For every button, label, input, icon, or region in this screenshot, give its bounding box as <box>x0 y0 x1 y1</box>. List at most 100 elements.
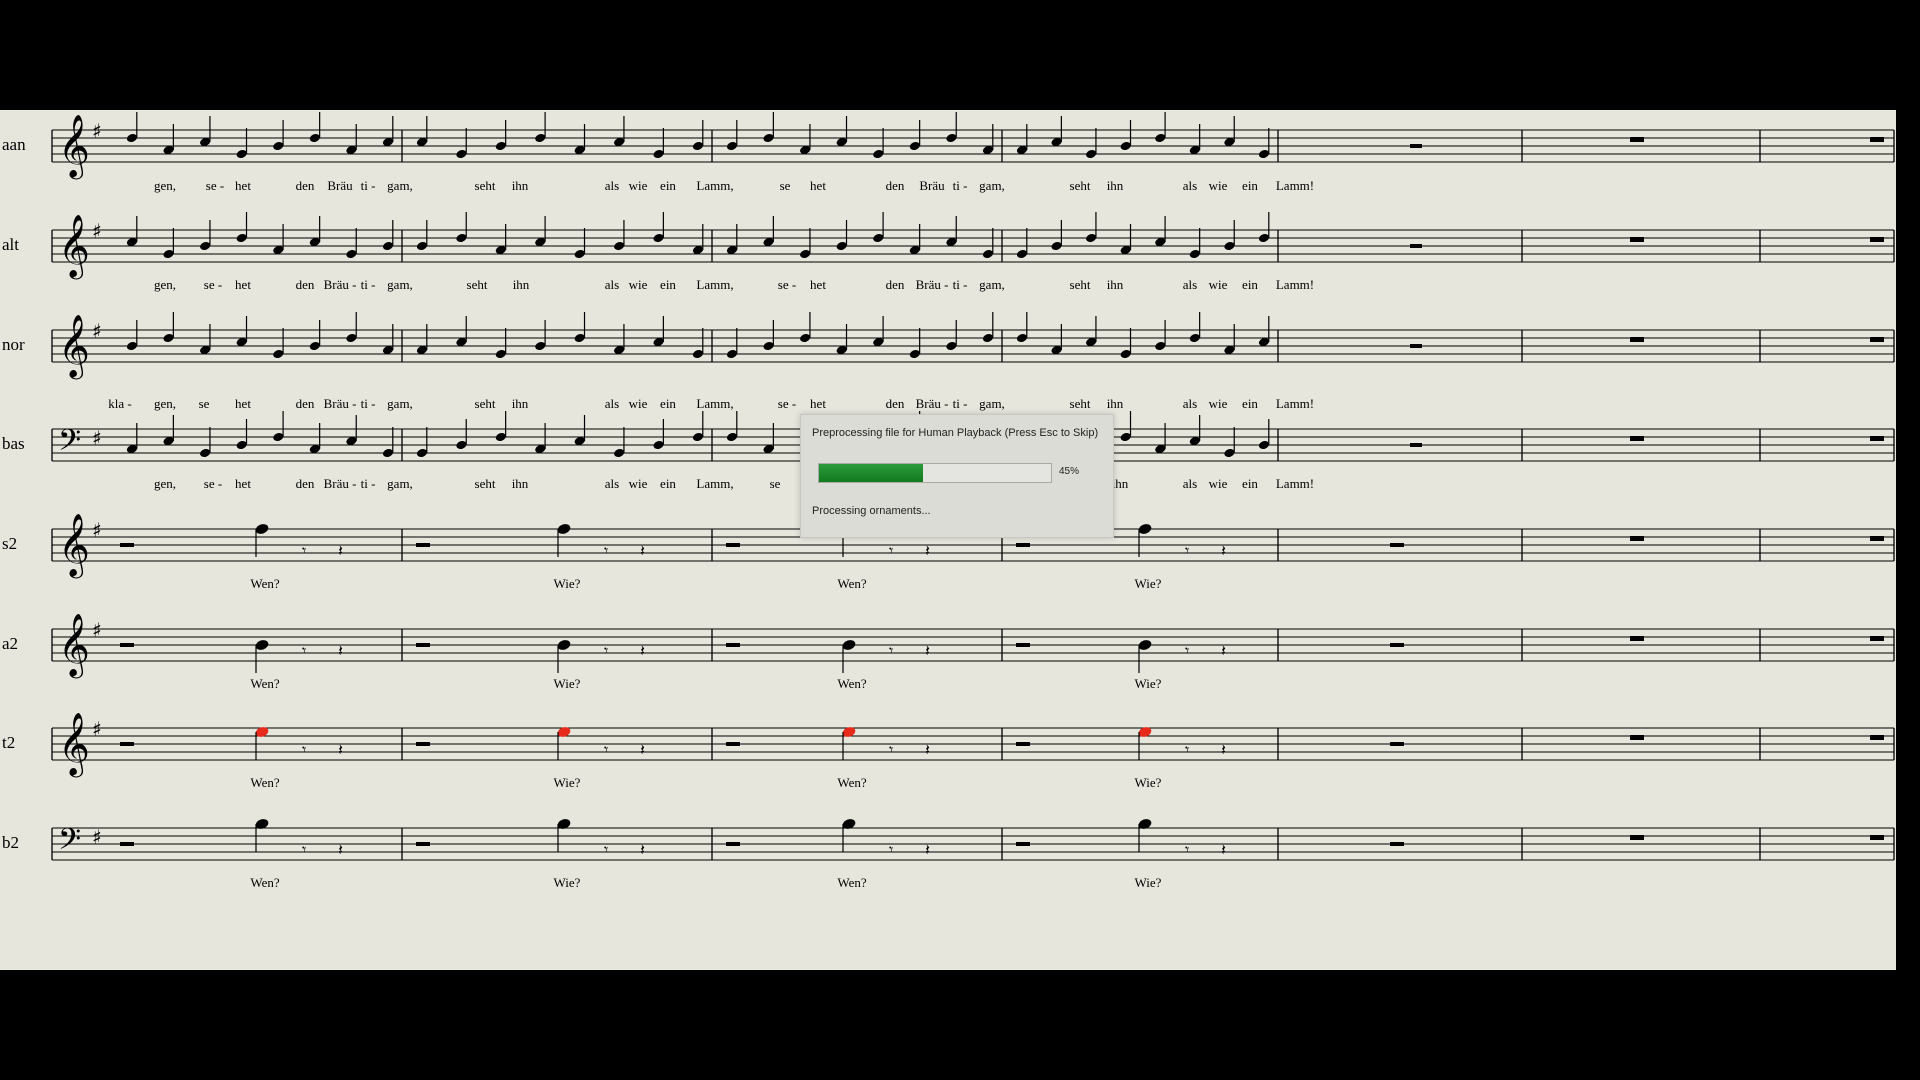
lyric-syllable: ihn <box>1112 476 1129 491</box>
note-head <box>255 640 269 650</box>
note-head <box>1138 524 1152 534</box>
lyric-syllable: Wie? <box>1135 676 1162 691</box>
whole-rest <box>1630 735 1644 740</box>
progress-status: Processing ornaments... <box>812 505 931 517</box>
lyric-syllable: Wie? <box>554 576 581 591</box>
staff-label: s2 <box>2 534 17 553</box>
lyric-syllable: den <box>296 178 315 193</box>
lyric-syllable: Lamm! <box>1276 277 1314 292</box>
lyric-syllable: se - <box>778 277 796 292</box>
quarter-rest-icon: 𝄽 <box>1221 641 1226 660</box>
lyric-syllable: ti - <box>361 178 376 193</box>
staff-label: b2 <box>2 833 19 852</box>
highlighted-note-head <box>255 727 269 737</box>
half-rest <box>416 842 430 846</box>
quarter-rest-icon: 𝄽 <box>925 641 930 660</box>
lyric-syllable: Wen? <box>250 775 279 790</box>
lyric-syllable: als <box>605 476 619 491</box>
lyric-syllable: gam, <box>387 277 413 292</box>
lyric-syllable: se - <box>204 277 222 292</box>
note-head <box>557 640 571 650</box>
progress-fill <box>819 464 924 482</box>
treble-clef-icon: 𝄞 <box>58 214 90 280</box>
whole-rest <box>1870 337 1884 342</box>
bass-clef-icon: 𝄢 <box>58 823 81 864</box>
lyric-syllable: wie <box>1209 396 1228 411</box>
lyric-syllable: ti - <box>953 277 968 292</box>
staff-label: bas <box>2 434 25 453</box>
note-head <box>557 524 571 534</box>
lyric-syllable: Lamm! <box>1276 396 1314 411</box>
half-rest <box>1390 842 1404 846</box>
eighth-rest-icon: 𝄾 <box>889 840 893 859</box>
eighth-rest-icon: 𝄾 <box>1185 840 1189 859</box>
note-head <box>1138 819 1152 829</box>
staff-label: aan <box>2 135 26 154</box>
lyric-syllable: het <box>810 396 826 411</box>
whole-rest <box>1870 636 1884 641</box>
highlighted-note-head <box>1138 727 1152 737</box>
lyric-syllable: Wen? <box>250 875 279 890</box>
lyric-syllable: den <box>886 277 905 292</box>
lyric-syllable: Wie? <box>1135 875 1162 890</box>
lyric-syllable: ein <box>660 178 676 193</box>
progress-bar <box>818 463 1052 483</box>
lyric-syllable: den <box>296 396 315 411</box>
sharp-icon: ♯ <box>92 618 102 642</box>
lyric-syllable: Bräu - <box>324 476 357 491</box>
lyric-syllable: se - <box>778 396 796 411</box>
lyric-syllable: ein <box>660 277 676 292</box>
treble-clef-icon: 𝄞 <box>58 314 90 380</box>
half-rest <box>120 842 134 846</box>
quarter-rest-icon: 𝄽 <box>338 641 343 660</box>
lyric-syllable: se <box>770 476 781 491</box>
lyric-syllable: Lamm! <box>1276 476 1314 491</box>
half-rest <box>726 643 740 647</box>
treble-clef-icon: 𝄞 <box>58 114 90 180</box>
lyric-syllable: Lamm, <box>696 476 733 491</box>
whole-rest <box>1630 536 1644 541</box>
eighth-rest-icon: 𝄾 <box>889 641 893 660</box>
lyric-syllable: ihn <box>512 396 529 411</box>
lyric-syllable: ihn <box>512 178 529 193</box>
lyric-syllable: Bräu <box>919 178 945 193</box>
sharp-icon: ♯ <box>92 219 102 243</box>
highlighted-note-head <box>557 727 571 737</box>
lyric-syllable: ihn <box>513 277 530 292</box>
lyric-syllable: gam, <box>387 396 413 411</box>
staff-label: alt <box>2 235 19 254</box>
lyric-syllable: ihn <box>512 476 529 491</box>
staff-alt: alt 𝄞 ♯ gen, se - het den Bräu - ti - gam, seht ihn… <box>2 212 1895 292</box>
lyric-syllable: Wen? <box>250 576 279 591</box>
quarter-rest-icon: 𝄽 <box>640 740 645 759</box>
score-canvas[interactable]: aan 𝄞 ♯ gen, se - het den Bräu ti - gam, seht ihn al… <box>0 110 1896 970</box>
lyric-syllable: wie <box>629 178 648 193</box>
whole-rest <box>1870 137 1884 142</box>
quarter-rest-icon: 𝄽 <box>925 740 930 759</box>
quarter-rest-icon: 𝄽 <box>1221 541 1226 560</box>
lyric-syllable: ein <box>660 476 676 491</box>
note-head <box>1138 640 1152 650</box>
treble-clef-icon: 𝄞 <box>58 613 90 679</box>
lyric-syllable: Wie? <box>1135 775 1162 790</box>
half-rest <box>1390 543 1404 547</box>
half-rest <box>1410 144 1422 148</box>
half-rest <box>416 643 430 647</box>
lyric-syllable: wie <box>629 476 648 491</box>
eighth-rest-icon: 𝄾 <box>889 541 893 560</box>
lyric-syllable: Bräu - <box>916 277 949 292</box>
whole-rest <box>1870 436 1884 441</box>
lyric-syllable: ti - <box>361 476 376 491</box>
half-rest <box>120 543 134 547</box>
lyric-syllable: se - <box>206 178 224 193</box>
half-rest <box>726 842 740 846</box>
eighth-rest-icon: 𝄾 <box>1185 641 1189 660</box>
playback-progress-dialog: Preprocessing file for Human Playback (P… <box>800 414 1114 538</box>
half-rest <box>120 742 134 746</box>
lyric-syllable: wie <box>1209 476 1228 491</box>
sharp-icon: ♯ <box>92 426 102 450</box>
lyric-syllable: den <box>886 178 905 193</box>
lyric-syllable: als <box>1183 277 1197 292</box>
eighth-rest-icon: 𝄾 <box>302 641 306 660</box>
lyric-syllable: gam, <box>979 277 1005 292</box>
